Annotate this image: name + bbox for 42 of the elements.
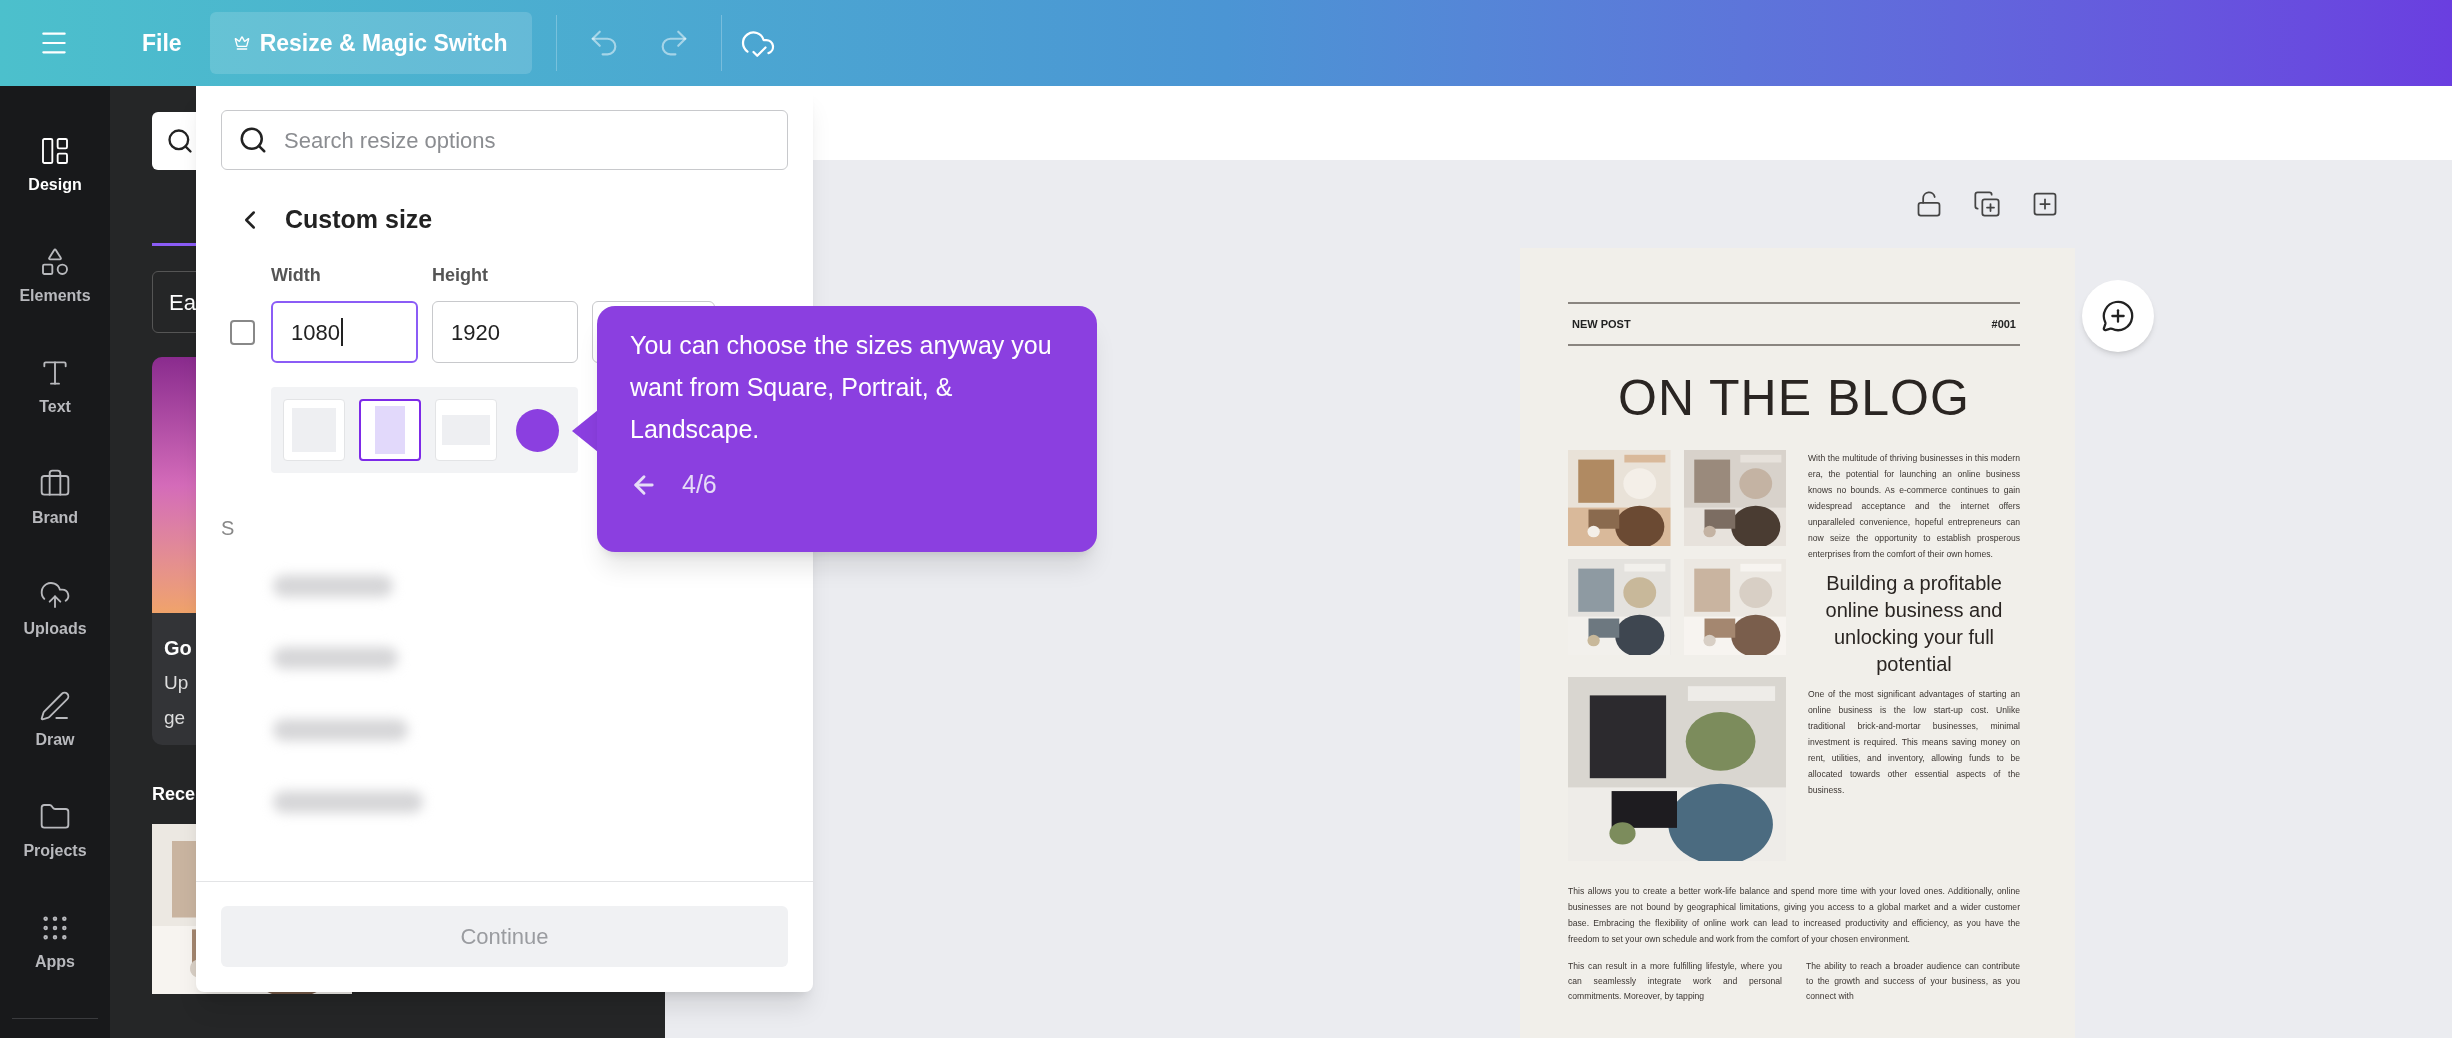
step-counter: 4/6 xyxy=(682,469,717,500)
width-label: Width xyxy=(271,264,322,287)
rail-item[interactable]: Apps xyxy=(0,887,110,998)
post-number: #001 xyxy=(1991,316,2016,332)
add-page-icon[interactable] xyxy=(2031,190,2059,218)
card-title: Go xyxy=(164,636,192,661)
section-letter: S xyxy=(221,516,236,541)
rail-item[interactable]: Text xyxy=(0,332,110,443)
duplicate-icon[interactable] xyxy=(1973,190,2001,218)
intro-paragraph: With the multitude of thriving businesses in this modern era, the potential for launching an online business knows no bounds. As e-commerce continues to gain widespread acceptance and the internet offers unparalleled convenience, hopeful entrepreneurs can now seize the opportunity to establish prosperous enterprises from the comfort of their own homes. xyxy=(1808,452,2020,561)
width-field[interactable]: 1080 xyxy=(271,301,418,363)
column-paragraph: This can result in a more fulfilling lifestyle, where you can seamlessly integrate work and personal commitments. Moreover, by tapping xyxy=(1568,960,1782,1003)
lock-checkbox[interactable] xyxy=(230,319,255,345)
rail-item[interactable]: Draw xyxy=(0,665,110,776)
rail-item[interactable]: Brand xyxy=(0,443,110,554)
tooltip-text: You can choose the sizes anyway you want from Square, Portrait, & Landscape. xyxy=(630,330,1053,445)
rail-item[interactable]: Projects xyxy=(0,776,110,887)
comment-plus-icon xyxy=(2101,299,2135,333)
crown-icon xyxy=(233,35,250,51)
body-paragraph: One of the most significant advantages of starting an online business is the low start-up cost. Unlike traditional brick-and-mortar businesses, minimal investment is required. This means saving money on rent, utilities, and inventory, allowing funds to be allocated towards other essential aspects of the business. xyxy=(1808,688,2020,797)
pen-icon xyxy=(39,689,71,722)
card-text: Up xyxy=(164,671,189,695)
search-input[interactable]: Search resize options xyxy=(284,123,787,157)
panel-heading: Custom size xyxy=(285,204,433,236)
height-label: Height xyxy=(432,264,488,287)
rail-item[interactable]: Elements xyxy=(0,221,110,332)
post-tag: NEW POST xyxy=(1572,315,1631,333)
article-heading: Building a profitable online business and unlocking your full potential xyxy=(1824,571,2004,677)
search-field[interactable]: Search resize options xyxy=(221,110,788,170)
column-paragraph: The ability to reach a broader audience can contribute to the growth and success of your business, as you connect with xyxy=(1806,960,2020,1003)
page-title: ON THE BLOG xyxy=(1617,369,1971,428)
section-title: Rece xyxy=(152,783,196,806)
rail-item[interactable]: Uploads xyxy=(0,554,110,665)
search-icon xyxy=(238,125,268,155)
unlock-icon[interactable] xyxy=(1915,190,1943,218)
portrait-preset[interactable] xyxy=(359,399,421,461)
add-comment-button[interactable] xyxy=(2082,280,2154,352)
search-icon xyxy=(166,127,194,155)
height-field[interactable]: 1920 xyxy=(432,301,578,363)
body-paragraph: This allows you to create a better work-life balance and spend more time with your loved ones. Additionally, online businesses are not bound by geographical limitations, giving you access to a global market and a wider customer base. Embracing the flexibility of online work can lead to increased productivity and efficiency, as you have the freedom to set your own schedule and work from the comfort of your chosen environment. xyxy=(1568,885,2020,946)
rail-item[interactable]: Design xyxy=(0,110,110,221)
card-text: ge xyxy=(164,705,186,730)
